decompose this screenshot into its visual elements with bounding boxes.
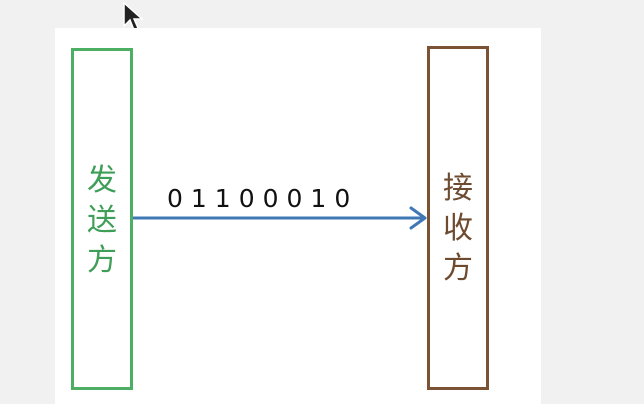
transmission-arrow [133,206,427,230]
screen: 发送方 接收方 01100010 [0,0,644,404]
diagram-panel: 发送方 接收方 01100010 [55,28,541,404]
bit-sequence: 01100010 [167,184,359,213]
